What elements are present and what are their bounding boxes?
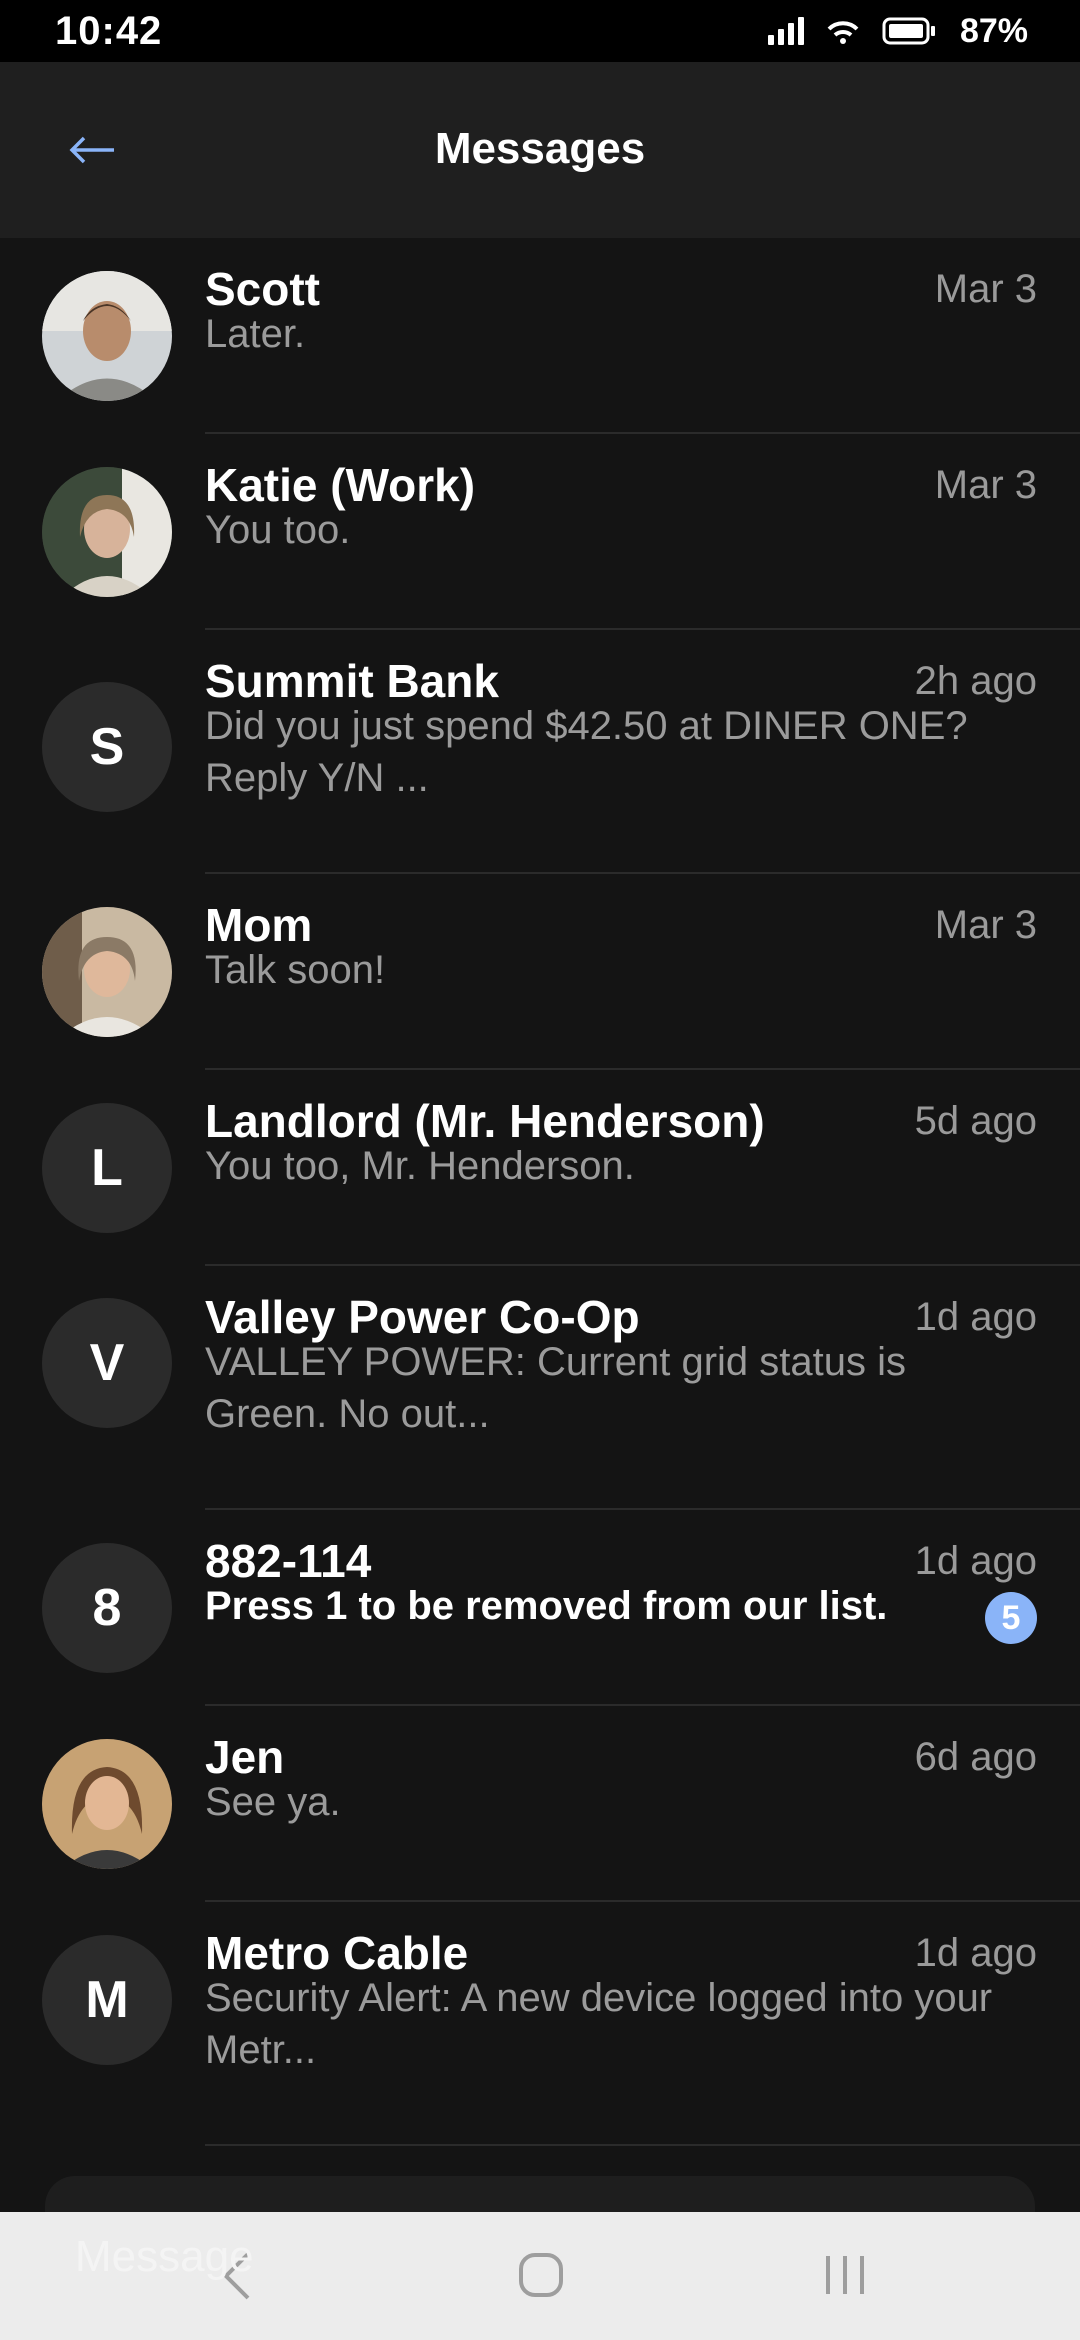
message-time: 1d ago <box>914 1539 1037 1583</box>
message-time: 2h ago <box>914 659 1037 703</box>
compose-placeholder: Message <box>75 2232 254 2281</box>
nav-recents-button[interactable] <box>822 2252 868 2303</box>
circle-home-icon <box>519 2253 563 2297</box>
message-preview: VALLEY POWER: Current grid status is Gre… <box>205 1340 906 1436</box>
nav-home-button[interactable] <box>518 2252 564 2303</box>
avatar: L <box>42 1103 172 1233</box>
message-time: Mar 3 <box>934 267 1037 311</box>
message-preview: Security Alert: A new device logged into… <box>205 1976 993 2072</box>
avatar <box>42 907 172 1037</box>
avatar: S <box>42 682 172 812</box>
conversation-row[interactable]: Katie (Work) Mar 3 You too. <box>0 434 1080 630</box>
conversation-row[interactable]: Jen 6d ago See ya. <box>0 1706 1080 1902</box>
battery-icon <box>882 17 938 45</box>
signal-icon <box>767 17 804 45</box>
avatar: 8 <box>42 1543 172 1673</box>
avatar: M <box>42 1935 172 2065</box>
divider <box>205 2144 1080 2146</box>
status-icons: 87% <box>767 11 1028 51</box>
conversation-row[interactable]: Scott Mar 3 Later. <box>0 238 1080 434</box>
conversation-row[interactable]: L Landlord (Mr. Henderson) 5d ago You to… <box>0 1070 1080 1266</box>
avatar <box>42 271 172 401</box>
message-time: 1d ago <box>914 1295 1037 1339</box>
conversation-row[interactable]: 8 882-114 1d ago Press 1 to be removed f… <box>0 1510 1080 1706</box>
app-bar: Messages <box>0 62 1080 238</box>
conversation-row[interactable]: Mom Mar 3 Talk soon! <box>0 874 1080 1070</box>
status-time: 10:42 <box>55 8 163 53</box>
message-preview: See ya. <box>205 1780 341 1824</box>
unread-badge: 5 <box>985 1592 1037 1644</box>
wifi-icon <box>826 17 860 45</box>
conversation-row[interactable]: V Valley Power Co-Op 1d ago VALLEY POWER… <box>0 1266 1080 1510</box>
page-title: Messages <box>434 124 646 173</box>
battery-percent: 87% <box>959 11 1028 50</box>
message-preview: Did you just spend $42.50 at DINER ONE? … <box>205 704 968 800</box>
avatar <box>42 467 172 597</box>
conversation-row[interactable]: M Metro Cable 1d ago Security Alert: A n… <box>0 1902 1080 2146</box>
avatar <box>42 1739 172 1869</box>
message-preview: Talk soon! <box>205 948 386 992</box>
message-time: 5d ago <box>914 1099 1037 1143</box>
message-time: 6d ago <box>914 1735 1037 1779</box>
message-preview: Later. <box>205 312 306 356</box>
message-preview: Press 1 to be removed from our list. <box>205 1584 888 1628</box>
message-time: Mar 3 <box>934 463 1037 507</box>
message-preview: You too, Mr. Henderson. <box>205 1144 635 1188</box>
avatar: V <box>42 1298 172 1428</box>
conversation-row[interactable]: S Summit Bank 2h ago Did you just spend … <box>0 630 1080 874</box>
message-preview: You too. <box>205 508 351 552</box>
recents-icon <box>826 2256 864 2294</box>
status-bar: 10:42 87% <box>0 0 1080 62</box>
message-time: 1d ago <box>914 1931 1037 1975</box>
message-time: Mar 3 <box>934 903 1037 947</box>
